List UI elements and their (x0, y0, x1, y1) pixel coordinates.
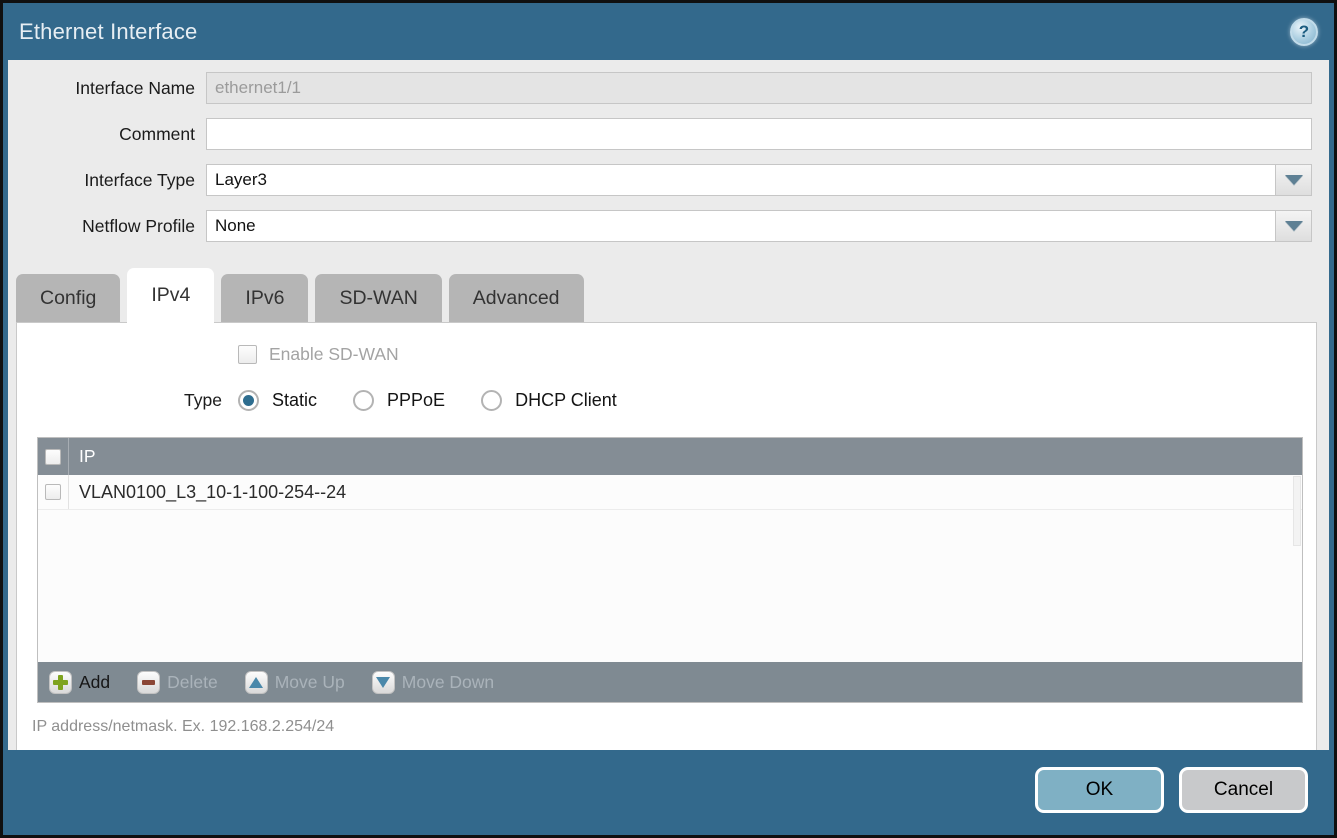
title-bar: Ethernet Interface ? (3, 3, 1334, 60)
chevron-down-icon (1285, 175, 1303, 185)
move-down-button[interactable]: Move Down (372, 671, 494, 694)
comment-label: Comment (13, 124, 206, 145)
ip-column-header: IP (69, 446, 96, 467)
radio-label-dhcp-client: DHCP Client (515, 390, 617, 411)
move-down-button-label: Move Down (402, 672, 494, 693)
netflow-profile-row: Netflow Profile None (13, 210, 1312, 242)
arrow-down-icon (372, 671, 395, 694)
ip-cell-value[interactable]: VLAN0100_L3_10-1-100-254--24 (69, 482, 346, 503)
ip-format-hint: IP address/netmask. Ex. 192.168.2.254/24 (32, 718, 1316, 736)
ip-table: IP VLAN0100_L3_10-1-100-254--24 Add (37, 437, 1303, 703)
table-row[interactable]: VLAN0100_L3_10-1-100-254--24 (38, 475, 1302, 510)
interface-type-dropdown-button[interactable] (1275, 164, 1312, 196)
enable-sdwan-label: Enable SD-WAN (269, 344, 399, 365)
radio-button-static[interactable] (238, 390, 259, 411)
table-toolbar: Add Delete Move Up Move Down (38, 662, 1302, 702)
minus-icon (137, 671, 160, 694)
radio-option-dhcp-client[interactable]: DHCP Client (481, 390, 617, 411)
move-up-button[interactable]: Move Up (245, 671, 345, 694)
select-all-checkbox[interactable] (45, 449, 61, 465)
ethernet-interface-dialog: Ethernet Interface ? Interface Name ethe… (0, 0, 1337, 838)
ipv4-tab-panel: Enable SD-WAN Type Static PPPoE DHCP Cli… (16, 322, 1317, 750)
netflow-profile-select[interactable]: None (206, 210, 1275, 242)
table-scrollbar[interactable] (1293, 476, 1301, 546)
tab-ipv6[interactable]: IPv6 (221, 274, 308, 322)
header-checkbox-cell (38, 438, 69, 475)
interface-name-field: ethernet1/1 (206, 72, 1312, 104)
interface-type-row: Interface Type Layer3 (13, 164, 1312, 196)
enable-sdwan-row: Enable SD-WAN (238, 344, 1316, 365)
comment-input[interactable] (206, 118, 1312, 150)
arrow-up-icon (245, 671, 268, 694)
question-mark-glyph: ? (1299, 22, 1309, 42)
radio-label-static: Static (272, 390, 317, 411)
interface-name-row: Interface Name ethernet1/1 (13, 72, 1312, 104)
radio-label-pppoe: PPPoE (387, 390, 445, 411)
type-label: Type (17, 390, 222, 411)
tab-config[interactable]: Config (16, 274, 120, 322)
ok-button[interactable]: OK (1035, 767, 1164, 813)
delete-button-label: Delete (167, 672, 218, 693)
radio-button-pppoe[interactable] (353, 390, 374, 411)
cancel-button[interactable]: Cancel (1179, 767, 1308, 813)
enable-sdwan-checkbox[interactable] (238, 345, 257, 364)
dialog-footer: OK Cancel (3, 750, 1334, 833)
help-icon[interactable]: ? (1290, 18, 1318, 46)
dialog-content: Interface Name ethernet1/1 Comment Inter… (8, 60, 1329, 750)
ip-table-header: IP (38, 438, 1302, 475)
interface-name-label: Interface Name (13, 78, 206, 99)
netflow-profile-dropdown-button[interactable] (1275, 210, 1312, 242)
row-checkbox-cell (38, 475, 69, 509)
table-empty-area (38, 510, 1302, 662)
netflow-profile-label: Netflow Profile (13, 216, 206, 237)
tab-sdwan[interactable]: SD-WAN (315, 274, 441, 322)
radio-option-static[interactable]: Static (238, 390, 317, 411)
interface-type-select[interactable]: Layer3 (206, 164, 1275, 196)
add-button[interactable]: Add (49, 671, 110, 694)
dialog-title: Ethernet Interface (19, 19, 197, 45)
radio-option-pppoe[interactable]: PPPoE (353, 390, 445, 411)
add-button-label: Add (79, 672, 110, 693)
tab-ipv4[interactable]: IPv4 (127, 268, 214, 323)
comment-row: Comment (13, 118, 1312, 150)
row-checkbox[interactable] (45, 484, 61, 500)
chevron-down-icon (1285, 221, 1303, 231)
tab-strip: Config IPv4 IPv6 SD-WAN Advanced (16, 268, 1329, 322)
delete-button[interactable]: Delete (137, 671, 218, 694)
interface-type-label: Interface Type (13, 170, 206, 191)
type-radio-group: Type Static PPPoE DHCP Client (17, 390, 1316, 411)
tab-advanced[interactable]: Advanced (449, 274, 584, 322)
move-up-button-label: Move Up (275, 672, 345, 693)
plus-icon (49, 671, 72, 694)
radio-button-dhcp-client[interactable] (481, 390, 502, 411)
